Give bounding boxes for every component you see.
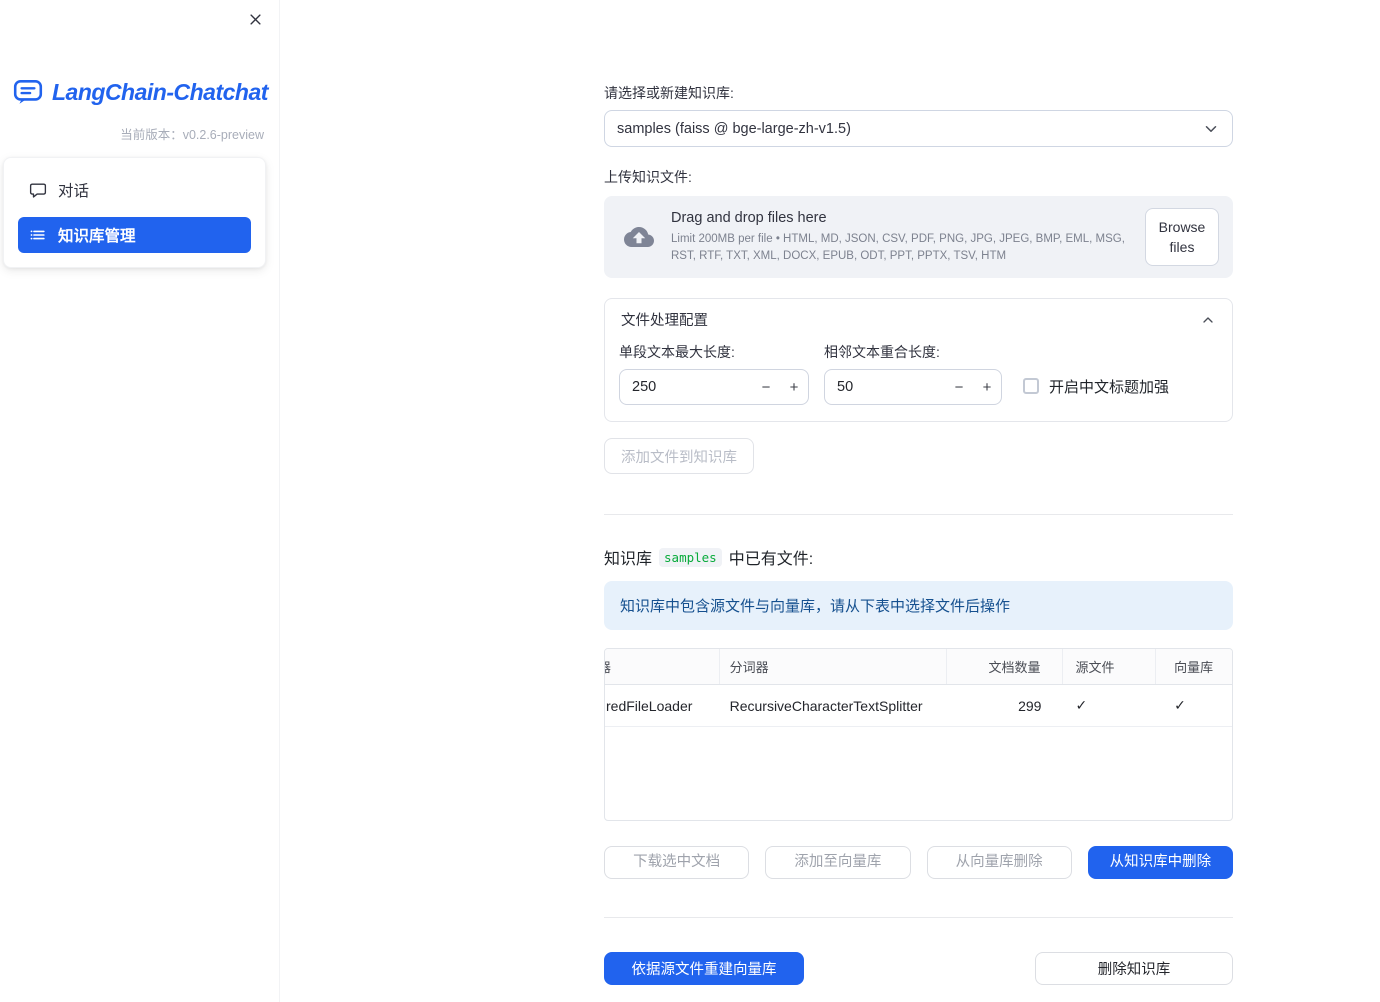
file-config-expander: 文件处理配置 单段文本最大长度: 250 − + 相邻文本重合长度: 50 − …	[604, 298, 1233, 422]
cell-source-check: ✓	[1063, 685, 1156, 726]
add-files-to-kb-button[interactable]: 添加文件到知识库	[604, 438, 754, 474]
delete-from-kb-button[interactable]: 从知识库中删除	[1087, 846, 1233, 879]
delete-knowledge-base-button[interactable]: 删除知识库	[1035, 952, 1233, 985]
dropzone-title: Drag and drop files here	[671, 209, 827, 226]
version-text: 当前版本：v0.2.6-preview	[0, 124, 279, 143]
chevron-down-icon	[1205, 125, 1217, 132]
logo-chat-icon	[13, 80, 43, 104]
expander-title: 文件处理配置	[621, 313, 708, 329]
list-icon	[30, 230, 45, 240]
table-header-source-file[interactable]: 源文件	[1063, 649, 1157, 684]
cell-loader: redFileLoader	[606, 697, 693, 714]
kb-bottom-actions: 依据源文件重建向量库 删除知识库	[604, 952, 1233, 985]
dropzone-limits: Limit 200MB per file • HTML, MD, JSON, C…	[671, 232, 1125, 262]
chunk-size-input[interactable]: 250 − +	[619, 369, 809, 405]
cell-vector-check: ✓	[1156, 685, 1232, 726]
table-header-row: 器 分词器 文档数量 源文件 向量库	[605, 649, 1232, 685]
section-divider	[604, 514, 1233, 515]
version-value: v0.2.6-preview	[182, 128, 264, 142]
upload-label: 上传知识文件:	[604, 169, 692, 185]
chunk-overlap-value: 50	[837, 379, 854, 395]
kb-select-label: 请选择或新建知识库:	[604, 85, 734, 101]
menu-item-label: 知识库管理	[58, 228, 136, 245]
cell-splitter: RecursiveCharacterTextSplitter	[729, 697, 923, 714]
table-header-loader[interactable]: 器	[605, 649, 720, 684]
chat-bubble-icon	[29, 183, 47, 198]
upload-cloud-icon	[624, 227, 654, 247]
plus-icon: +	[789, 378, 799, 396]
sidebar-close-button[interactable]	[244, 8, 267, 31]
dropzone-text: Drag and drop files here Limit 200MB per…	[671, 210, 1132, 264]
chunk-overlap-increment-button[interactable]: +	[973, 379, 1001, 396]
browse-files-button[interactable]: Browse files	[1145, 207, 1219, 267]
sidebar-item-knowledge-base[interactable]: 知识库管理	[18, 217, 251, 253]
version-label: 当前版本：	[120, 128, 183, 142]
table-header-splitter[interactable]: 分词器	[720, 649, 947, 684]
zh-title-enhance-checkbox[interactable]: 开启中文标题加强	[1023, 376, 1169, 397]
checkbox-unchecked-icon	[1023, 378, 1039, 394]
rebuild-vector-store-button[interactable]: 依据源文件重建向量库	[604, 952, 804, 985]
close-icon	[250, 14, 261, 25]
remove-from-vector-store-button[interactable]: 从向量库删除	[926, 846, 1072, 879]
sidebar-menu: 对话 知识库管理	[3, 157, 266, 268]
section-divider	[604, 917, 1233, 918]
app-logo: LangChain-Chatchat	[12, 76, 279, 108]
menu-item-label: 对话	[58, 183, 90, 200]
kb-files-heading: 知识库 samples 中已有文件:	[604, 545, 1233, 569]
add-to-vector-store-button[interactable]: 添加至向量库	[765, 846, 911, 879]
minus-icon: −	[954, 378, 964, 396]
table-row[interactable]: redFileLoader RecursiveCharacterTextSpli…	[605, 685, 1232, 727]
file-config-body: 单段文本最大长度: 250 − + 相邻文本重合长度: 50 − + 开启中文标…	[605, 340, 1232, 421]
check-icon: ✓	[1174, 697, 1186, 713]
kb-files-table[interactable]: 器 分词器 文档数量 源文件 向量库 redFileLoader Recursi…	[604, 648, 1233, 821]
file-dropzone[interactable]: Drag and drop files here Limit 200MB per…	[604, 196, 1233, 278]
chunk-overlap-decrement-button[interactable]: −	[945, 379, 973, 396]
kb-files-heading-suffix: 中已有文件:	[728, 551, 814, 568]
file-actions-row: 下载选中文档 添加至向量库 从向量库删除 从知识库中删除	[604, 846, 1233, 879]
logo-text: LangChain-Chatchat	[52, 78, 268, 105]
sidebar: LangChain-Chatchat 当前版本：v0.2.6-preview 对…	[0, 0, 280, 1002]
chunk-size-increment-button[interactable]: +	[780, 379, 808, 396]
kb-select[interactable]: samples (faiss @ bge-large-zh-v1.5)	[604, 110, 1233, 147]
app-root: LangChain-Chatchat 当前版本：v0.2.6-preview 对…	[0, 0, 1380, 1002]
kb-name-code: samples	[659, 547, 722, 567]
chunk-size-label: 单段文本最大长度:	[619, 344, 735, 360]
file-config-expander-header[interactable]: 文件处理配置	[605, 299, 1232, 340]
minus-icon: −	[761, 378, 771, 396]
chunk-overlap-input[interactable]: 50 − +	[824, 369, 1002, 405]
check-icon: ✓	[1075, 697, 1088, 713]
chunk-size-decrement-button[interactable]: −	[752, 379, 780, 396]
download-selected-button[interactable]: 下载选中文档	[604, 846, 750, 879]
kb-files-heading-prefix: 知识库	[604, 551, 653, 568]
zh-title-enhance-label: 开启中文标题加强	[1049, 378, 1170, 396]
chunk-overlap-label: 相邻文本重合长度:	[824, 344, 940, 360]
table-header-vector-store[interactable]: 向量库	[1156, 649, 1232, 684]
chevron-up-icon	[1203, 316, 1213, 323]
info-banner: 知识库中包含源文件与向量库，请从下表中选择文件后操作	[604, 581, 1233, 630]
cell-doc-count: 299	[1018, 697, 1042, 714]
plus-icon: +	[982, 378, 992, 396]
kb-select-value: samples (faiss @ bge-large-zh-v1.5)	[617, 120, 851, 137]
main-content: 请选择或新建知识库: samples (faiss @ bge-large-zh…	[280, 0, 1380, 1002]
table-header-doc-count[interactable]: 文档数量	[947, 649, 1064, 684]
chunk-size-value: 250	[632, 379, 657, 395]
sidebar-item-chat[interactable]: 对话	[18, 172, 251, 208]
